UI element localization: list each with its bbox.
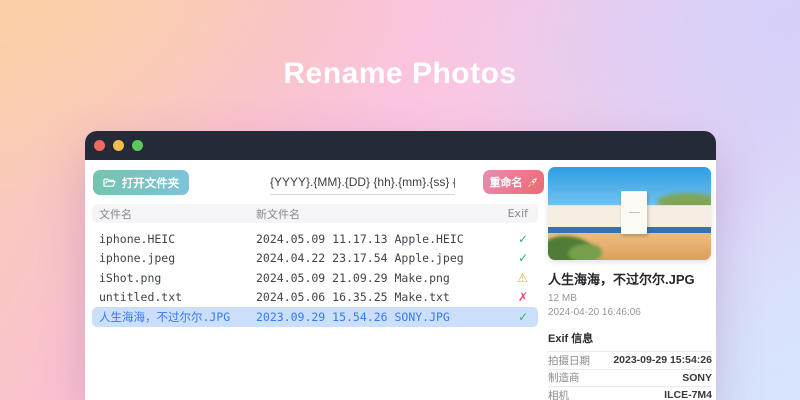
window-titlebar (85, 131, 716, 160)
file-row[interactable]: iphone.jpeg 2024.04.22 23.17.54 Apple.jpe… (92, 249, 538, 269)
photo-book (621, 191, 648, 234)
app-window: 打开文件夹 重命名 文件名 新文件名 (85, 131, 716, 400)
detail-panel: 人生海海，不过尔尔.JPG 12 MB 2024-04-20 16:46:06 … (548, 167, 712, 400)
exif-value: SONY (682, 371, 712, 384)
file-table-body: iphone.HEIC 2024.05.09 11.17.13 Apple.HEI… (92, 229, 538, 327)
page-title: Rename Photos (283, 57, 517, 90)
detail-filesize: 12 MB (548, 293, 577, 304)
rename-button-label: 重命名 (489, 177, 523, 189)
window-content: 打开文件夹 重命名 文件名 新文件名 (85, 160, 716, 400)
detail-datetime: 2024-04-20 16:46:06 (548, 307, 641, 318)
file-name-cell: iphone.HEIC (99, 231, 176, 246)
new-file-name-cell: 2024.05.09 11.17.13 Apple.HEIC (256, 231, 464, 246)
new-file-name-cell: 2024.04.22 23.17.54 Apple.jpeg (256, 251, 464, 266)
file-name-cell: iphone.jpeg (99, 251, 176, 266)
header-filename: 文件名 (99, 208, 132, 221)
minimize-window-button[interactable] (113, 140, 124, 151)
file-row[interactable]: untitled.txt 2024.05.06 16.35.25 Make.txt… (92, 288, 538, 308)
exif-label: 制造商 (548, 372, 580, 385)
exif-row: 拍摄日期 2023-09-29 15:54:26 (548, 351, 712, 369)
open-folder-button[interactable]: 打开文件夹 (93, 170, 189, 195)
photo-plant (568, 244, 602, 260)
exif-section-title: Exif 信息 (548, 333, 594, 345)
rename-button[interactable]: 重命名 (483, 170, 544, 194)
new-file-name-cell: 2023.09.29 15.54.26 SONY.JPG (256, 309, 450, 324)
close-window-button[interactable] (94, 140, 105, 151)
open-folder-icon (103, 177, 116, 188)
exif-info-list: 拍摄日期 2023-09-29 15:54:26 制造商 SONY 相机 ILCE-7M4… (548, 351, 712, 400)
exif-value: 2023-09-29 15:54:26 (613, 354, 712, 367)
new-file-name-cell: 2024.05.09 21.09.29 Make.png (256, 270, 450, 285)
header-exif: Exif (507, 207, 528, 220)
new-file-name-cell: 2024.05.06 16.35.25 Make.txt (256, 290, 450, 305)
exif-status-warning-icon: ⚠ (517, 270, 528, 285)
file-name-cell: untitled.txt (99, 290, 183, 305)
exif-label: 相机 (548, 389, 569, 400)
rocket-icon (527, 177, 538, 188)
file-table-header: 文件名 新文件名 Exif (92, 204, 538, 223)
file-row[interactable]: iphone.HEIC 2024.05.09 11.17.13 Apple.HEI… (92, 229, 538, 249)
file-row[interactable]: iShot.png 2024.05.09 21.09.29 Make.png ⚠ (92, 268, 538, 288)
file-row[interactable]: 人生海海，不过尔尔.JPG 2023.09.29 15.54.26 SONY.JP… (92, 307, 538, 327)
rename-pattern-input[interactable] (270, 169, 455, 195)
exif-status-error-icon: ✗ (517, 290, 528, 305)
zoom-window-button[interactable] (132, 140, 143, 151)
detail-filename: 人生海海，不过尔尔.JPG (548, 272, 695, 287)
file-name-cell: 人生海海，不过尔尔.JPG (99, 309, 231, 324)
exif-row: 相机 ILCE-7M4 (548, 386, 712, 400)
file-name-cell: iShot.png (99, 270, 162, 285)
exif-label: 拍摄日期 (548, 354, 590, 367)
photo-preview (548, 167, 711, 260)
file-table: 文件名 新文件名 Exif iphone.HEIC 2024.05.09 11.1… (92, 204, 538, 327)
exif-status-ok-icon: ✓ (517, 251, 528, 266)
exif-status-ok-icon: ✓ (517, 309, 528, 324)
exif-value: ILCE-7M4 (664, 389, 712, 400)
header-new-filename: 新文件名 (256, 208, 300, 221)
exif-status-ok-icon: ✓ (517, 231, 528, 246)
open-folder-label: 打开文件夹 (121, 177, 180, 190)
exif-row: 制造商 SONY (548, 368, 712, 387)
